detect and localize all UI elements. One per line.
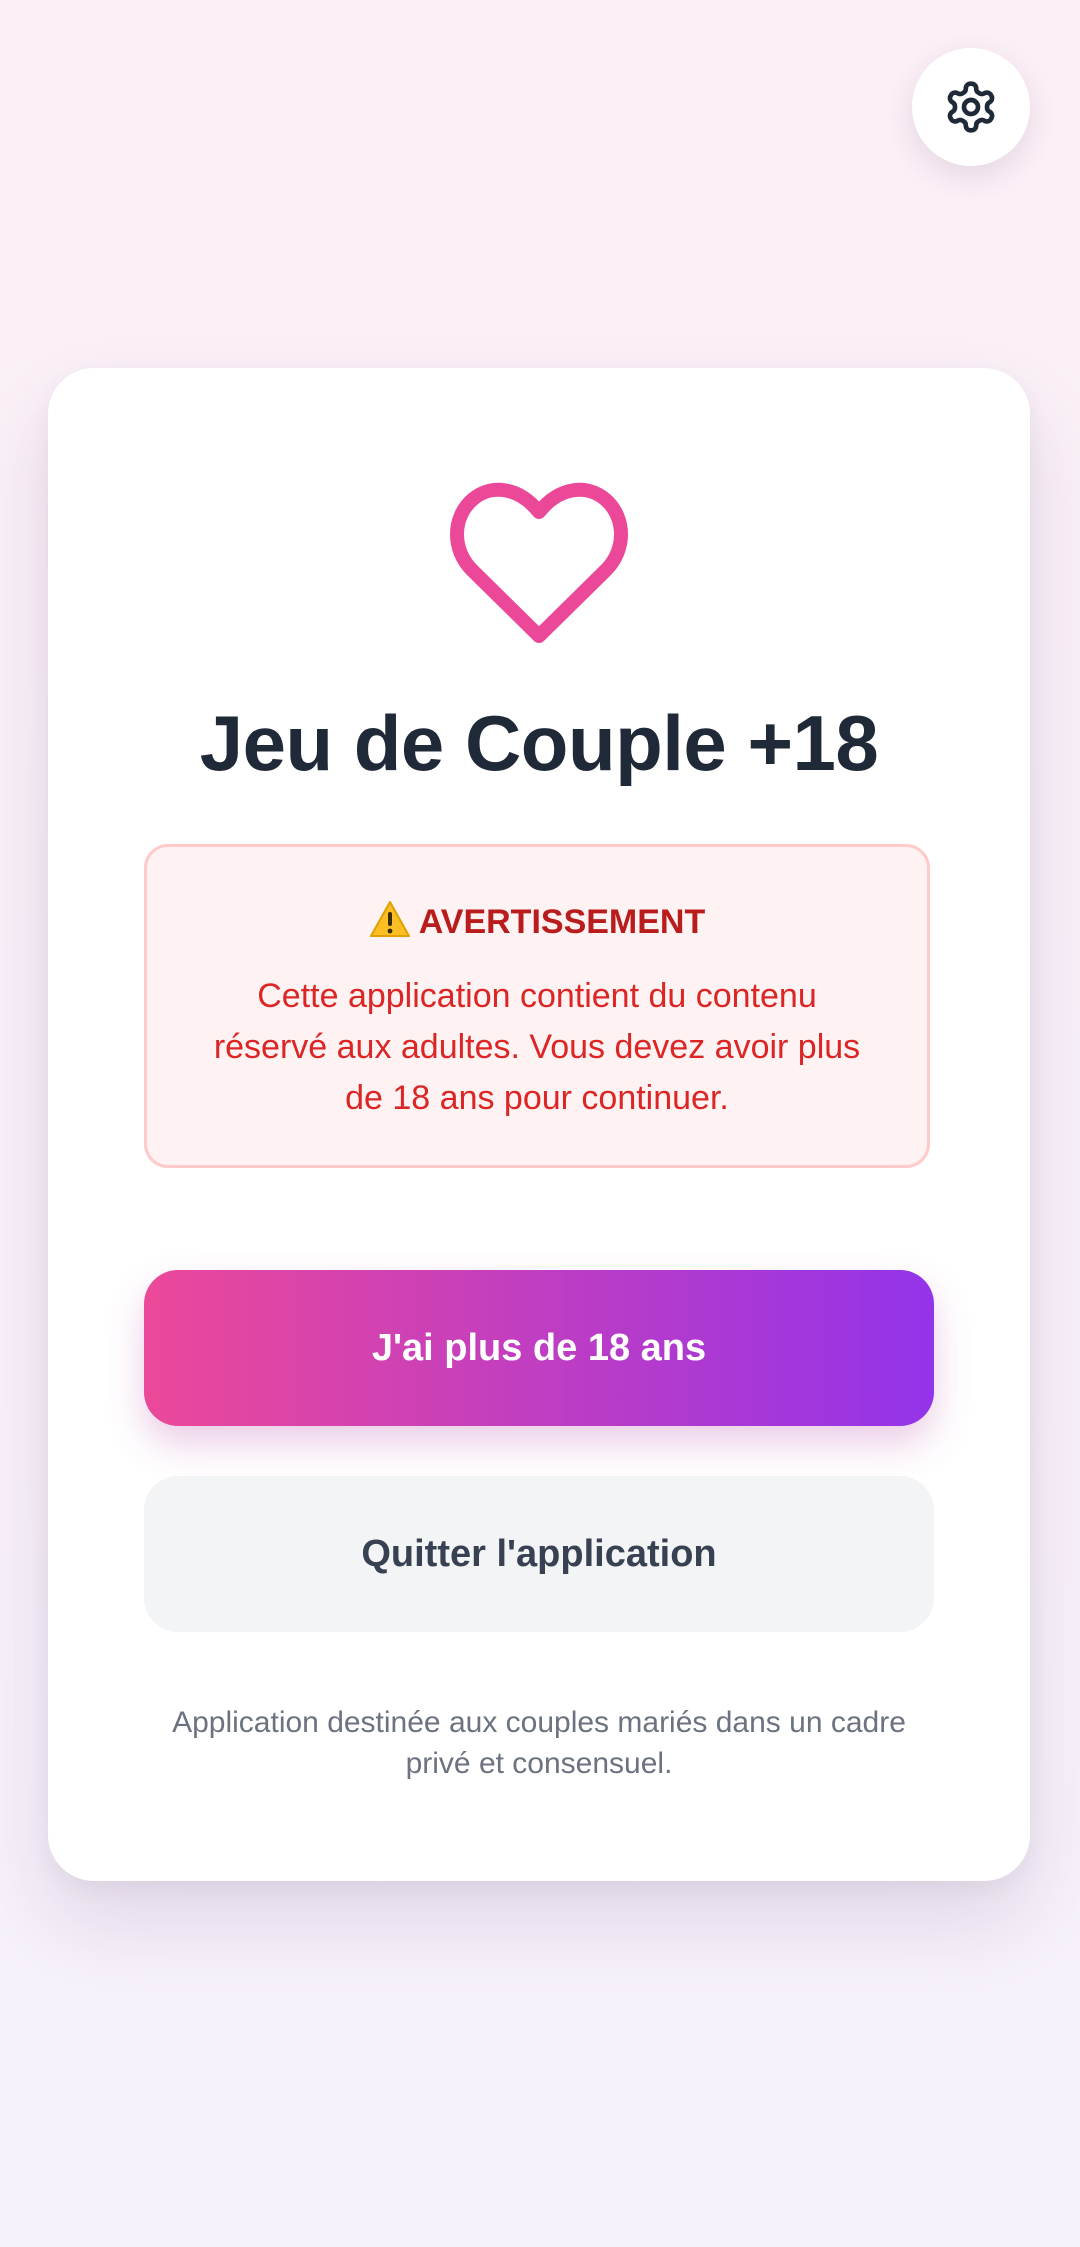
warning-box: AVERTISSEMENT Cette application contient…: [144, 844, 930, 1168]
confirm-age-button[interactable]: J'ai plus de 18 ans: [144, 1270, 934, 1426]
warning-icon: [369, 901, 410, 937]
quit-app-button[interactable]: Quitter l'application: [144, 1476, 934, 1632]
age-verification-card: Jeu de Couple +18 AVERTISSEMENT Cette ap…: [48, 368, 1030, 1881]
footer-note: Application destinée aux couples mariés …: [172, 1706, 906, 1780]
warning-title: AVERTISSEMENT: [418, 903, 706, 941]
warning-heading: AVERTISSEMENT: [147, 899, 927, 942]
settings-button[interactable]: [912, 48, 1030, 166]
warning-text: Cette application contient du contenu ré…: [213, 977, 861, 1117]
page-title: Jeu de Couple +18: [199, 699, 879, 787]
heart-icon: [450, 482, 628, 643]
gear-icon: [947, 81, 995, 133]
